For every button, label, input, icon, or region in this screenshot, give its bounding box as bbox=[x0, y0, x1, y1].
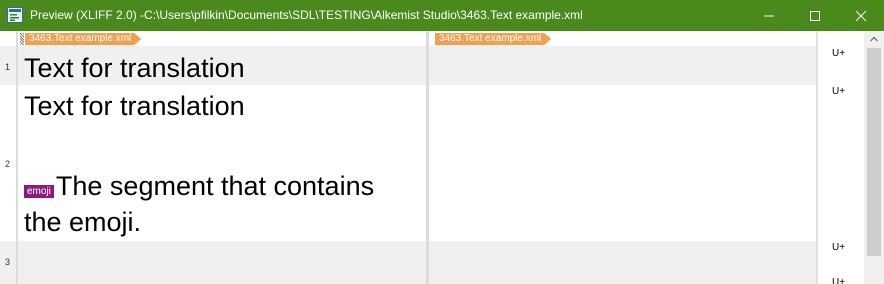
scroll-up-button[interactable] bbox=[864, 31, 884, 48]
preview-window: Preview (XLIFF 2.0) -C:\Users\pfilkin\Do… bbox=[0, 0, 884, 284]
column-divider bbox=[816, 31, 818, 284]
preview-content[interactable]: 3463.Text example.xml 3463.Text example.… bbox=[0, 31, 884, 284]
source-text[interactable]: Text for translation bbox=[24, 88, 414, 124]
minimize-icon bbox=[764, 15, 774, 17]
unicode-marker: U+ bbox=[832, 277, 846, 284]
window-title: Preview (XLIFF 2.0) -C:\Users\pfilkin\Do… bbox=[30, 8, 583, 22]
chevron-up-icon bbox=[870, 36, 878, 42]
title-bar[interactable]: Preview (XLIFF 2.0) -C:\Users\pfilkin\Do… bbox=[0, 0, 884, 31]
vertical-scrollbar[interactable] bbox=[864, 31, 884, 284]
file-boundary-marker bbox=[20, 33, 24, 45]
column-divider[interactable] bbox=[426, 31, 429, 284]
column-divider bbox=[16, 31, 18, 284]
emoji-inline-tag: emoji bbox=[24, 185, 54, 198]
app-preview-icon bbox=[7, 7, 23, 23]
source-text[interactable]: emoji The segment that contains bbox=[24, 168, 414, 204]
segment-row-3[interactable] bbox=[0, 241, 818, 284]
segment-number: 1 bbox=[4, 62, 10, 72]
close-button[interactable] bbox=[838, 0, 884, 31]
segment-number: 3 bbox=[4, 257, 10, 267]
segment-number: 2 bbox=[4, 159, 10, 169]
source-text-line: The segment that contains bbox=[55, 171, 375, 201]
maximize-icon bbox=[810, 11, 820, 21]
minimize-button[interactable] bbox=[746, 0, 792, 31]
source-text[interactable]: the emoji. bbox=[24, 204, 414, 240]
unicode-marker: U+ bbox=[832, 48, 846, 59]
source-text[interactable]: Text for translation bbox=[24, 50, 414, 86]
scrollbar-thumb[interactable] bbox=[867, 48, 881, 256]
unicode-marker: U+ bbox=[832, 242, 846, 253]
maximize-button[interactable] bbox=[792, 0, 838, 31]
unicode-marker: U+ bbox=[832, 86, 846, 97]
source-file-tag: 3463.Text example.xml bbox=[25, 33, 141, 45]
target-file-tag: 3463.Text example.xml bbox=[435, 33, 551, 45]
close-icon bbox=[855, 10, 867, 22]
